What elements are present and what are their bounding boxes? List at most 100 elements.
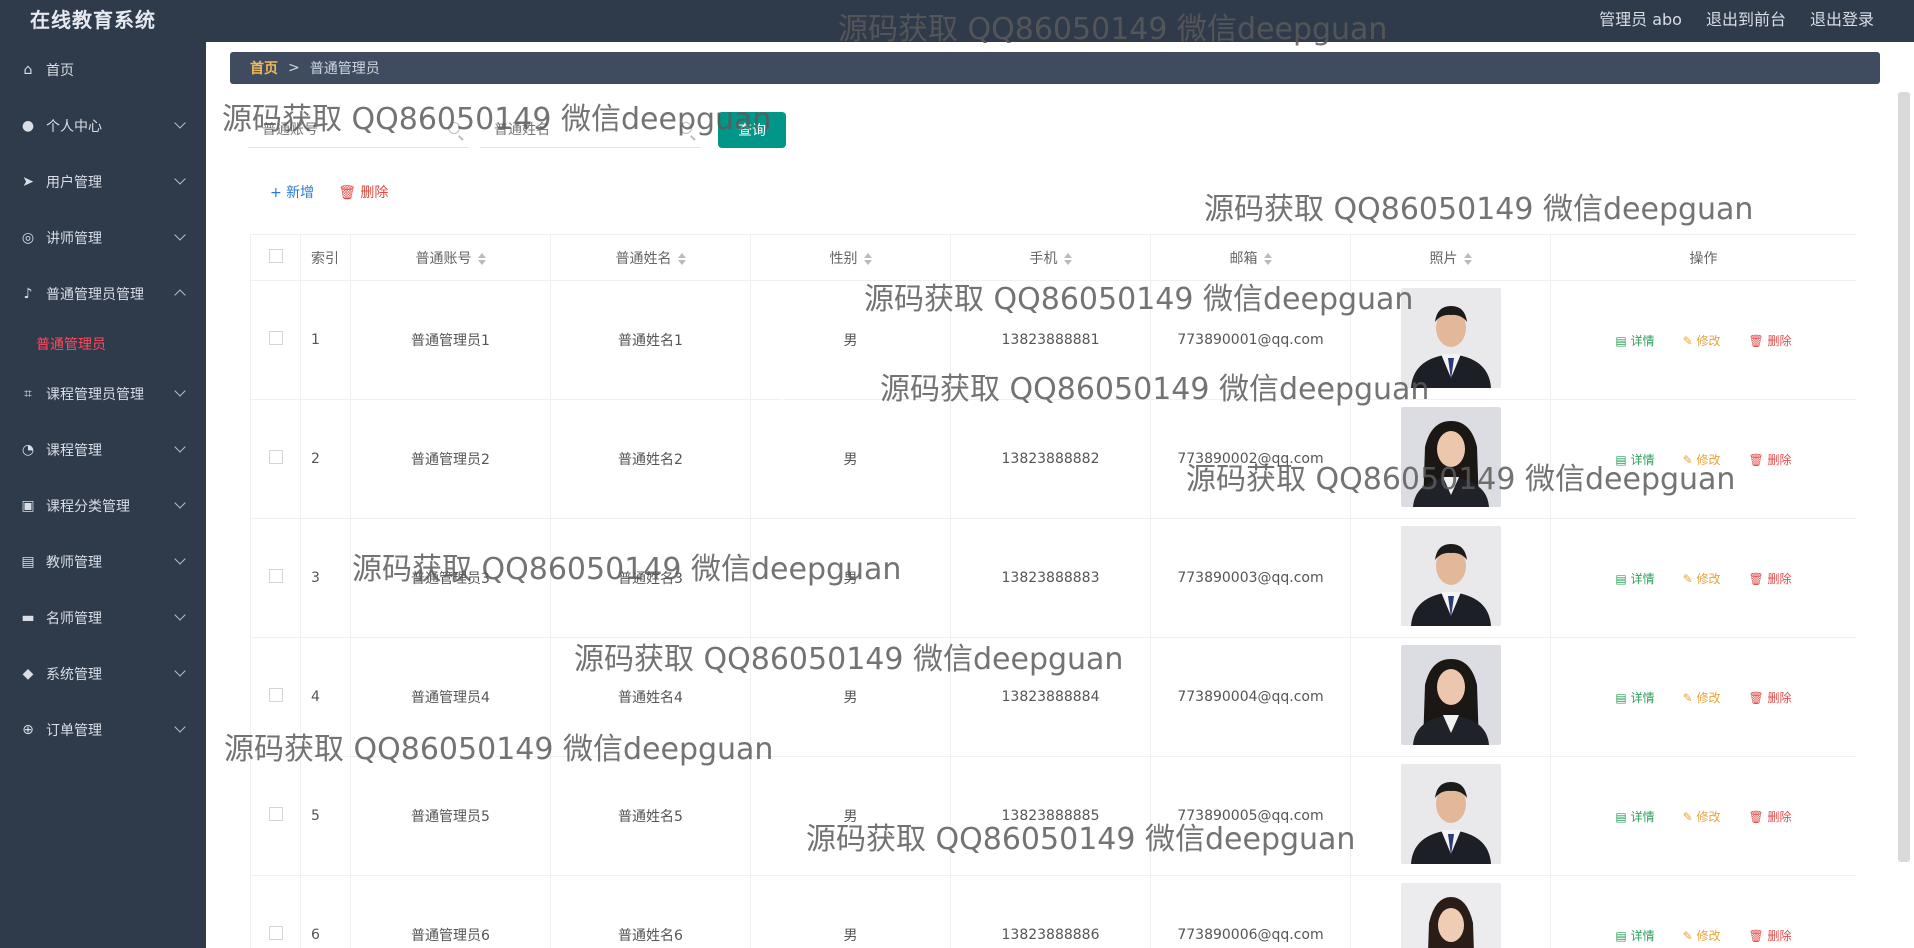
delete-button[interactable]: 🗑 删除 bbox=[1748, 572, 1791, 586]
sidebar-item-home[interactable]: ⌂ 首页 bbox=[0, 42, 206, 98]
delete-button[interactable]: 🗑 删除 bbox=[1748, 334, 1791, 348]
edit-button[interactable]: ✎ 修改 bbox=[1683, 334, 1721, 348]
cell-phone: 13823888883 bbox=[950, 518, 1151, 638]
sidebar-item-lecturers[interactable]: ◎ 讲师管理 bbox=[0, 210, 206, 266]
home-icon: ⌂ bbox=[23, 62, 33, 78]
edit-button[interactable]: ✎ 修改 bbox=[1683, 453, 1721, 467]
card-icon: ▤ bbox=[21, 554, 35, 570]
sidebar-item-admins[interactable]: ♪ 普通管理员管理 bbox=[0, 266, 206, 322]
checkbox[interactable] bbox=[268, 926, 283, 940]
sidebar-item-teachers[interactable]: ▤ 教师管理 bbox=[0, 534, 206, 590]
cell-phone: 13823888882 bbox=[950, 399, 1151, 519]
name-search-box bbox=[480, 112, 700, 148]
breadcrumb-home[interactable]: 首页 bbox=[250, 58, 278, 78]
edit-button[interactable]: ✎ 修改 bbox=[1683, 929, 1721, 943]
profile-photo[interactable] bbox=[1400, 288, 1501, 388]
detail-button[interactable]: ▤ 详情 bbox=[1615, 929, 1654, 943]
cell-account: 普通管理员4 bbox=[350, 637, 551, 757]
cell-name: 普通姓名3 bbox=[550, 518, 751, 638]
sort-icon[interactable] bbox=[477, 252, 486, 265]
cell-email: 773890001@qq.com bbox=[1150, 280, 1351, 400]
detail-button[interactable]: ▤ 详情 bbox=[1615, 691, 1654, 705]
checkbox[interactable] bbox=[268, 248, 283, 263]
cell-name: 普通姓名6 bbox=[550, 875, 751, 948]
cell-photo bbox=[1350, 756, 1551, 876]
checkbox[interactable] bbox=[268, 688, 283, 702]
checkbox[interactable] bbox=[268, 450, 283, 464]
cell-operations: ▤ 详情 ✎ 修改 🗑 删除 bbox=[1550, 875, 1856, 948]
profile-photo[interactable] bbox=[1400, 645, 1501, 745]
cell-email: 773890002@qq.com bbox=[1150, 399, 1351, 519]
profile-photo[interactable] bbox=[1400, 526, 1501, 626]
cell-photo bbox=[1350, 637, 1551, 757]
detail-button[interactable]: ▤ 详情 bbox=[1615, 572, 1654, 586]
batch-delete-label: 删除 bbox=[360, 185, 389, 201]
vertical-scrollbar[interactable] bbox=[1898, 92, 1910, 862]
sidebar-item-course-categories[interactable]: ▣ 课程分类管理 bbox=[0, 478, 206, 534]
sort-icon[interactable] bbox=[863, 252, 872, 265]
delete-button[interactable]: 🗑 删除 bbox=[1748, 929, 1791, 943]
cell-operations: ▤ 详情 ✎ 修改 🗑 删除 bbox=[1550, 518, 1856, 638]
row-select[interactable] bbox=[250, 637, 301, 757]
sidebar-item-profile[interactable]: ● 个人中心 bbox=[0, 98, 206, 154]
detail-button[interactable]: ▤ 详情 bbox=[1615, 810, 1654, 824]
profile-photo[interactable] bbox=[1400, 764, 1501, 864]
admin-user-link[interactable]: 管理员 abo bbox=[1599, 6, 1682, 30]
globe-icon: ⊕ bbox=[22, 722, 34, 738]
sort-icon[interactable] bbox=[677, 252, 686, 265]
delete-button[interactable]: 🗑 删除 bbox=[1748, 691, 1791, 705]
header-name[interactable]: 普通姓名 bbox=[550, 234, 751, 281]
batch-delete-button[interactable]: 🗑 删除 bbox=[338, 182, 388, 202]
checkbox[interactable] bbox=[268, 807, 283, 821]
chevron-down-icon bbox=[174, 553, 186, 565]
profile-photo[interactable] bbox=[1400, 883, 1501, 948]
logout-link[interactable]: 退出登录 bbox=[1810, 6, 1874, 30]
sidebar-item-courses[interactable]: ◔ 课程管理 bbox=[0, 422, 206, 478]
edit-button[interactable]: ✎ 修改 bbox=[1683, 691, 1721, 705]
sort-icon[interactable] bbox=[1063, 252, 1072, 265]
checkbox[interactable] bbox=[268, 331, 283, 345]
sidebar-item-famous-teachers[interactable]: ▬ 名师管理 bbox=[0, 590, 206, 646]
sidebar-item-orders[interactable]: ⊕ 订单管理 bbox=[0, 702, 206, 758]
checkbox[interactable] bbox=[268, 569, 283, 583]
detail-label: 详情 bbox=[1630, 571, 1655, 586]
sort-icon[interactable] bbox=[1463, 252, 1472, 265]
row-select[interactable] bbox=[250, 518, 301, 638]
account-search-input[interactable] bbox=[248, 112, 438, 146]
delete-button[interactable]: 🗑 删除 bbox=[1748, 810, 1791, 824]
sidebar-item-system[interactable]: ◆ 系统管理 bbox=[0, 646, 206, 702]
header-select-all[interactable] bbox=[250, 234, 301, 281]
document-icon: ▤ bbox=[1615, 809, 1631, 824]
header-label: 手机 bbox=[1029, 250, 1058, 267]
header-phone[interactable]: 手机 bbox=[950, 234, 1151, 281]
delete-button[interactable]: 🗑 删除 bbox=[1748, 453, 1791, 467]
row-select[interactable] bbox=[250, 875, 301, 948]
cell-account: 普通管理员5 bbox=[350, 756, 551, 876]
header-account[interactable]: 普通账号 bbox=[350, 234, 551, 281]
sort-icon[interactable] bbox=[1263, 252, 1272, 265]
cell-operations: ▤ 详情 ✎ 修改 🗑 删除 bbox=[1550, 280, 1856, 400]
profile-photo[interactable] bbox=[1400, 407, 1501, 507]
header-photo[interactable]: 照片 bbox=[1350, 234, 1551, 281]
cell-phone: 13823888885 bbox=[950, 756, 1151, 876]
header-email[interactable]: 邮箱 bbox=[1150, 234, 1351, 281]
header-sex[interactable]: 性别 bbox=[750, 234, 951, 281]
edit-button[interactable]: ✎ 修改 bbox=[1683, 810, 1721, 824]
chevron-down-icon bbox=[174, 609, 186, 621]
sidebar-item-label: 教师管理 bbox=[46, 555, 102, 571]
sidebar-item-course-admins[interactable]: ⌗ 课程管理员管理 bbox=[0, 366, 206, 422]
sidebar-item-users[interactable]: ➤ 用户管理 bbox=[0, 154, 206, 210]
edit-button[interactable]: ✎ 修改 bbox=[1683, 572, 1721, 586]
row-select[interactable] bbox=[250, 399, 301, 519]
row-select[interactable] bbox=[250, 280, 301, 400]
mic-icon: ♪ bbox=[23, 286, 33, 302]
exit-to-front-link[interactable]: 退出到前台 bbox=[1706, 6, 1786, 30]
clock-icon: ◔ bbox=[21, 442, 35, 458]
query-button[interactable]: 查询 bbox=[718, 112, 786, 148]
detail-button[interactable]: ▤ 详情 bbox=[1615, 453, 1654, 467]
row-select[interactable] bbox=[250, 756, 301, 876]
add-button[interactable]: + 新增 bbox=[270, 182, 314, 202]
detail-button[interactable]: ▤ 详情 bbox=[1615, 334, 1654, 348]
sidebar-subitem-admin[interactable]: 普通管理员 bbox=[0, 322, 206, 366]
name-search-input[interactable] bbox=[480, 112, 670, 146]
